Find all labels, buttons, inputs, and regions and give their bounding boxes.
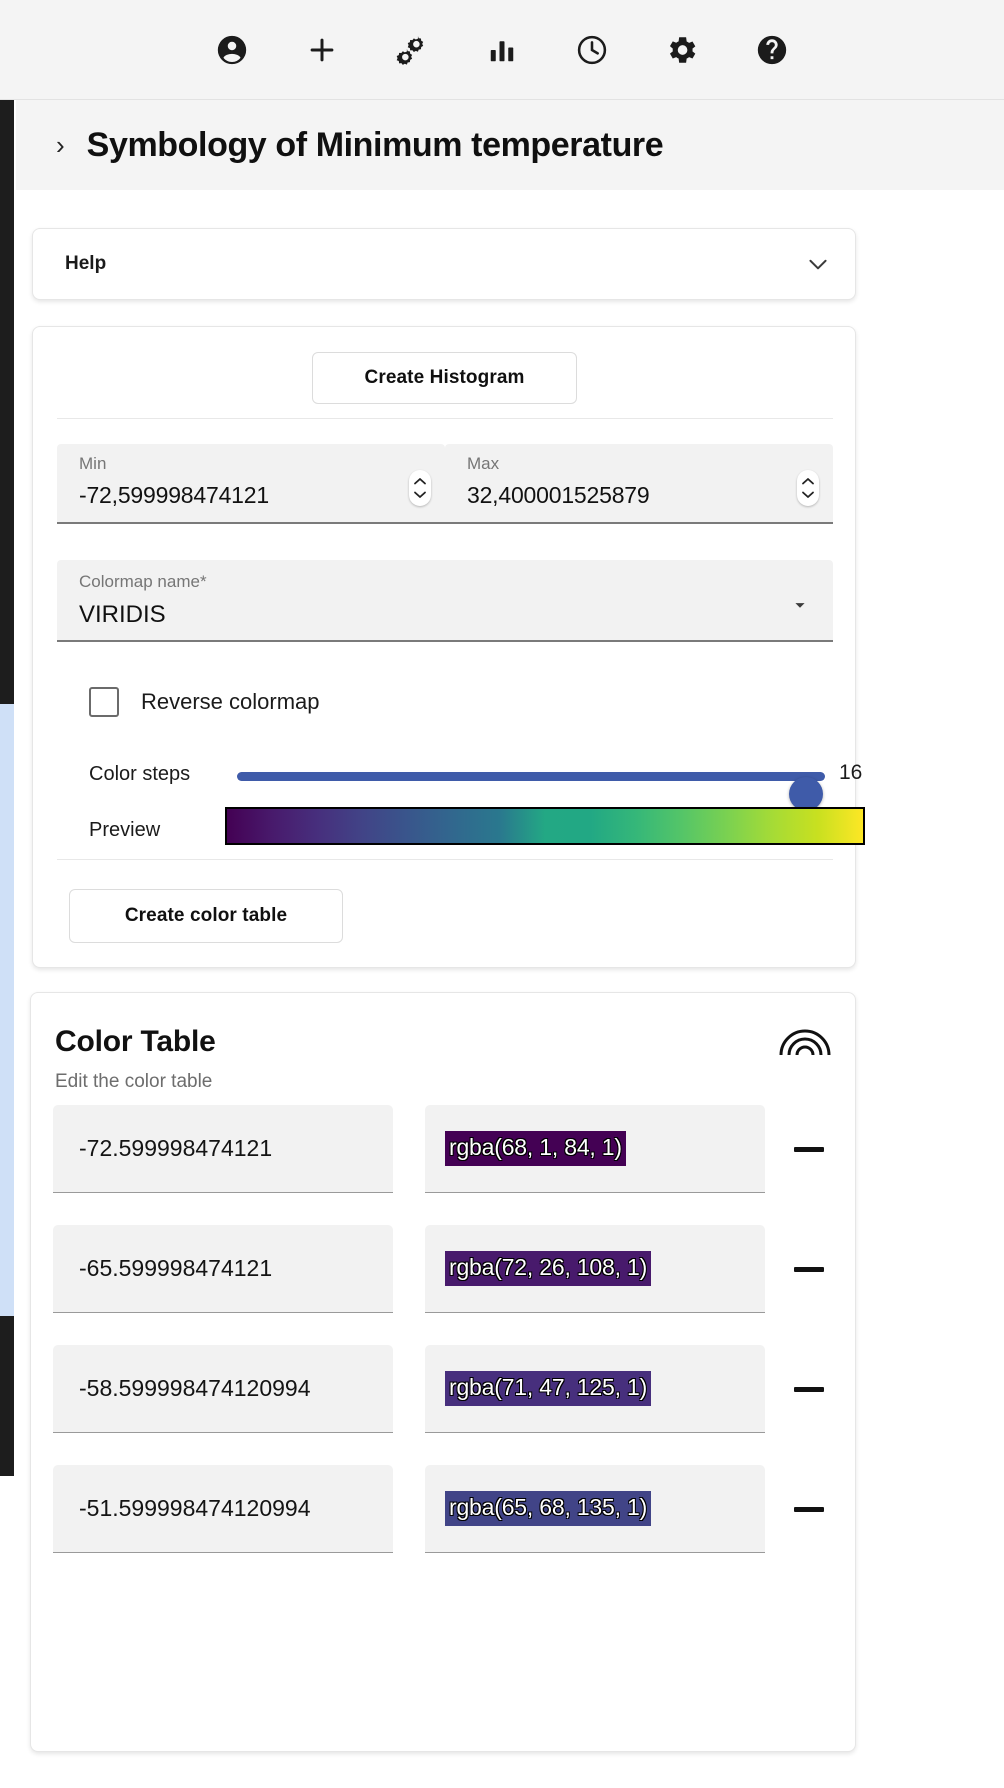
- remove-color-row-button[interactable]: [789, 1135, 829, 1163]
- color-table-color-value: rgba(71, 47, 125, 1): [445, 1371, 652, 1406]
- color-table-row: -51.599998474120994 rgba(65, 68, 135, 1): [53, 1465, 835, 1559]
- remove-color-row-button[interactable]: [789, 1375, 829, 1403]
- minus-icon: [794, 1386, 824, 1392]
- color-table-row: -58.599998474120994 rgba(71, 47, 125, 1): [53, 1345, 835, 1439]
- minus-icon: [794, 1506, 824, 1512]
- color-table-color-value: rgba(68, 1, 84, 1): [445, 1131, 626, 1166]
- color-table-color-input[interactable]: rgba(72, 26, 108, 1): [425, 1225, 765, 1313]
- dropdown-caret-icon[interactable]: [789, 594, 811, 621]
- min-field[interactable]: Min -72,599998474121: [57, 444, 445, 524]
- color-table-value-input[interactable]: -58.599998474120994: [53, 1345, 393, 1433]
- max-stepper[interactable]: [797, 470, 819, 506]
- chevron-down-icon[interactable]: [805, 251, 831, 277]
- colormap-preview-bar: [225, 807, 865, 845]
- color-table-value-input[interactable]: -72.599998474121: [53, 1105, 393, 1193]
- add-icon[interactable]: [301, 29, 343, 71]
- color-table-card: Color Table Edit the color table -72.599…: [30, 992, 856, 1752]
- divider-preview: [57, 859, 833, 860]
- bar-chart-icon[interactable]: [481, 29, 523, 71]
- create-histogram-button[interactable]: Create Histogram: [312, 352, 577, 404]
- color-table-value-input[interactable]: -51.599998474120994: [53, 1465, 393, 1553]
- colormap-name-label: Colormap name*: [79, 572, 207, 591]
- help-accordion-label: Help: [65, 253, 107, 274]
- min-field-value: -72,599998474121: [79, 482, 269, 509]
- left-rail-dark-upper: [0, 100, 14, 704]
- color-steps-slider-track[interactable]: [237, 772, 825, 811]
- help-icon[interactable]: [751, 29, 793, 71]
- color-steps-value: 16: [839, 761, 863, 784]
- color-steps-label: Color steps: [89, 763, 191, 785]
- help-accordion[interactable]: Help: [32, 228, 856, 300]
- color-steps-row: Color steps 16: [57, 755, 862, 811]
- gears-icon[interactable]: [391, 29, 433, 71]
- color-table-row: -65.599998474121 rgba(72, 26, 108, 1): [53, 1225, 835, 1319]
- page-title: Symbology of Minimum temperature: [86, 125, 664, 164]
- color-table-color-input[interactable]: rgba(71, 47, 125, 1): [425, 1345, 765, 1433]
- reverse-colormap-label: Reverse colormap: [141, 689, 320, 714]
- color-steps-slider-thumb[interactable]: [789, 777, 823, 811]
- preview-label: Preview: [89, 819, 161, 841]
- color-table-subtitle: Edit the color table: [55, 1071, 213, 1092]
- chevron-right-icon[interactable]: ›: [56, 132, 65, 158]
- clock-icon[interactable]: [571, 29, 613, 71]
- color-table-row: -72.599998474121 rgba(68, 1, 84, 1): [53, 1105, 835, 1199]
- symbology-settings-card: Create Histogram Min -72,599998474121 Ma…: [32, 326, 865, 968]
- left-rail-dark-lower: [0, 1316, 14, 1476]
- color-table-color-value: rgba(72, 26, 108, 1): [445, 1251, 652, 1286]
- minus-icon: [794, 1266, 824, 1272]
- reverse-colormap-checkbox-row[interactable]: Reverse colormap: [89, 687, 320, 717]
- account-circle-icon[interactable]: [211, 29, 253, 71]
- min-stepper[interactable]: [409, 470, 431, 506]
- remove-color-row-button[interactable]: [789, 1495, 829, 1523]
- minus-icon: [794, 1146, 824, 1152]
- color-table-color-value: rgba(65, 68, 135, 1): [445, 1491, 652, 1526]
- left-rail-white: [0, 1476, 14, 1788]
- min-field-label: Min: [79, 454, 107, 473]
- max-field-label: Max: [467, 454, 500, 473]
- remove-color-row-button[interactable]: [789, 1255, 829, 1283]
- top-toolbar: [0, 0, 1004, 100]
- colormap-name-select[interactable]: Colormap name* VIRIDIS: [57, 560, 833, 642]
- reverse-colormap-checkbox[interactable]: [89, 687, 119, 717]
- divider-top: [57, 418, 833, 419]
- panel-header: › Symbology of Minimum temperature: [16, 100, 1004, 190]
- color-table-color-input[interactable]: rgba(68, 1, 84, 1): [425, 1105, 765, 1193]
- left-rail-map-sliver: [0, 704, 14, 1316]
- gear-icon[interactable]: [661, 29, 703, 71]
- color-table-color-input[interactable]: rgba(65, 68, 135, 1): [425, 1465, 765, 1553]
- max-field[interactable]: Max 32,400001525879: [445, 444, 833, 524]
- color-table-value-input[interactable]: -65.599998474121: [53, 1225, 393, 1313]
- create-color-table-button[interactable]: Create color table: [69, 889, 343, 943]
- panel-left-edge: [14, 100, 16, 1788]
- max-field-value: 32,400001525879: [467, 482, 650, 509]
- color-table-title: Color Table: [55, 1025, 216, 1058]
- rainbow-icon[interactable]: [777, 1017, 833, 1057]
- colormap-name-value: VIRIDIS: [79, 601, 166, 628]
- preview-row: Preview: [57, 807, 865, 859]
